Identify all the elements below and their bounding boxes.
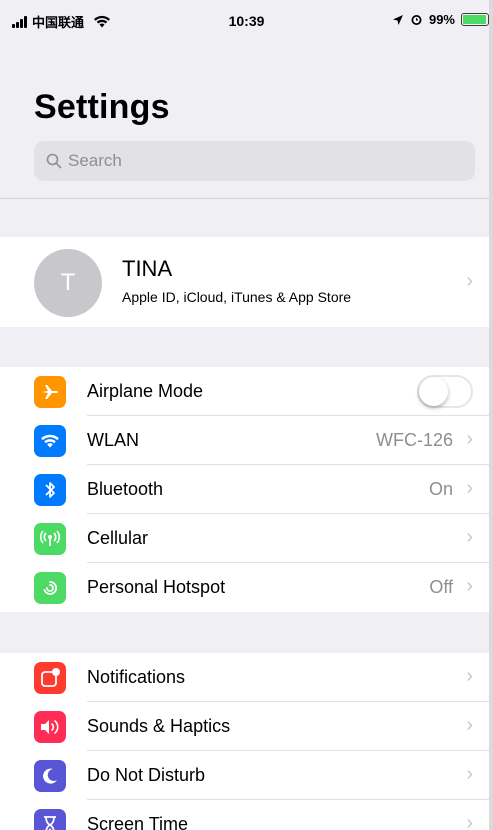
profile-name: TINA	[122, 256, 173, 281]
settings-screen: 中国联通 10:39 99% Settings Search T TINA Ap…	[0, 0, 493, 830]
chevron-right-icon: ›	[466, 575, 473, 597]
hotspot-icon	[34, 571, 66, 604]
notifications-group: Notifications › Sounds & Haptics › Do No…	[0, 653, 493, 830]
chevron-right-icon: ›	[466, 270, 473, 292]
chevron-right-icon: ›	[466, 477, 473, 499]
settings-row-bluetooth[interactable]: Bluetooth On ›	[0, 465, 493, 514]
chevron-right-icon: ›	[466, 812, 473, 830]
apple-id-row[interactable]: T TINA Apple ID, iCloud, iTunes & App St…	[0, 237, 493, 327]
status-right: 99%	[392, 12, 489, 27]
row-label: Bluetooth	[87, 479, 164, 499]
settings-row-screen-time[interactable]: Screen Time ›	[0, 800, 493, 830]
settings-row-notifications[interactable]: Notifications ›	[0, 653, 493, 702]
row-label: Do Not Disturb	[87, 765, 206, 785]
chevron-right-icon: ›	[466, 665, 473, 687]
row-label: Notifications	[87, 667, 186, 687]
settings-row-sounds-haptics[interactable]: Sounds & Haptics ›	[0, 702, 493, 751]
settings-row-wlan[interactable]: WLAN WFC-126 ›	[0, 416, 493, 465]
search-input[interactable]: Search	[34, 141, 475, 181]
wifi-icon	[34, 424, 66, 457]
battery-percent: 99%	[428, 12, 455, 27]
row-label: Personal Hotspot	[87, 577, 226, 597]
alarm-icon	[411, 15, 422, 25]
header-divider	[0, 198, 493, 199]
search-placeholder: Search	[68, 151, 122, 170]
row-label: Sounds & Haptics	[87, 716, 231, 736]
chevron-right-icon: ›	[466, 526, 473, 548]
row-value: On	[428, 479, 453, 499]
settings-row-personal-hotspot[interactable]: Personal Hotspot Off ›	[0, 563, 493, 612]
row-label: Cellular	[87, 528, 149, 548]
window-edge	[489, 0, 493, 830]
profile-subtitle: Apple ID, iCloud, iTunes & App Store	[122, 289, 352, 305]
chevron-right-icon: ›	[466, 714, 473, 736]
row-value: WFC-126	[375, 430, 453, 450]
hourglass-icon	[34, 808, 66, 830]
antenna-icon	[34, 522, 66, 555]
status-bar: 中国联通 10:39 99%	[0, 0, 493, 40]
moon-icon	[34, 759, 66, 792]
row-label: Screen Time	[87, 814, 189, 830]
settings-row-airplane-mode[interactable]: Airplane Mode	[0, 367, 493, 416]
page-title: Settings	[34, 88, 170, 126]
chevron-right-icon: ›	[466, 428, 473, 450]
notifications-icon	[34, 661, 66, 694]
chevron-right-icon: ›	[466, 763, 473, 785]
row-value: Off	[429, 577, 453, 597]
bluetooth-icon	[34, 473, 66, 506]
battery-icon	[461, 13, 489, 26]
settings-row-do-not-disturb[interactable]: Do Not Disturb ›	[0, 751, 493, 800]
airplane-icon	[34, 375, 66, 408]
airplane-mode-toggle[interactable]	[417, 375, 473, 408]
speaker-icon	[34, 710, 66, 743]
connectivity-group: Airplane Mode WLAN WFC-126 › Bluetooth O…	[0, 367, 493, 612]
row-label: WLAN	[87, 430, 140, 450]
avatar: T	[34, 249, 102, 317]
location-arrow-icon	[392, 14, 403, 25]
settings-row-cellular[interactable]: Cellular ›	[0, 514, 493, 563]
search-icon	[46, 153, 62, 169]
row-label: Airplane Mode	[87, 381, 204, 401]
